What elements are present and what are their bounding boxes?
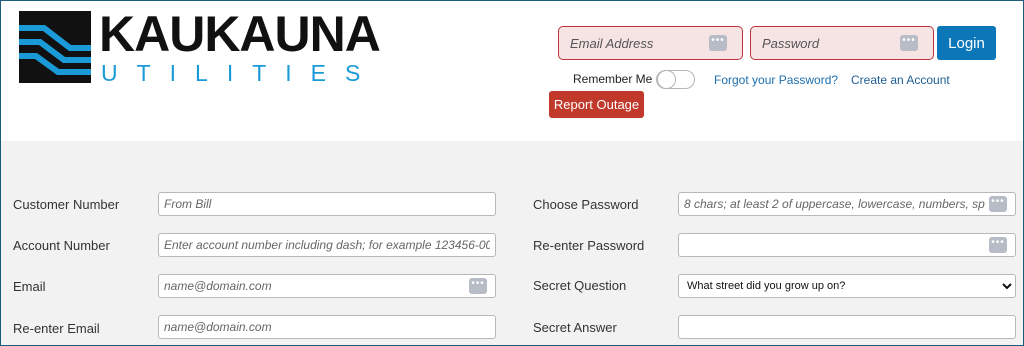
dots-icon[interactable]: ••• <box>469 278 487 294</box>
secret-question-select[interactable]: What street did you grow up on? <box>678 274 1016 298</box>
registration-form: Customer Number Account Number Email •••… <box>1 141 1023 345</box>
logo[interactable]: KAUKAUNA UTILITIES <box>19 6 381 85</box>
remember-me-label: Remember Me <box>573 72 653 86</box>
email-input[interactable] <box>158 274 496 298</box>
forgot-password-link[interactable]: Forgot your Password? <box>714 73 838 87</box>
report-outage-button[interactable]: Report Outage <box>549 91 644 118</box>
account-number-label: Account Number <box>13 238 110 253</box>
secret-answer-input[interactable] <box>678 315 1016 339</box>
choose-password-label: Choose Password <box>533 197 639 212</box>
reenter-password-label: Re-enter Password <box>533 238 645 253</box>
header: KAUKAUNA UTILITIES ••• ••• Login Remembe… <box>1 1 1023 141</box>
choose-password-input[interactable] <box>678 192 1016 216</box>
customer-number-input[interactable] <box>158 192 496 216</box>
secret-answer-label: Secret Answer <box>533 320 617 335</box>
dots-icon[interactable]: ••• <box>709 35 727 51</box>
account-number-input[interactable] <box>158 233 496 257</box>
reenter-password-input[interactable] <box>678 233 1016 257</box>
email-label: Email <box>13 279 46 294</box>
login-button[interactable]: Login <box>937 26 996 60</box>
dots-icon[interactable]: ••• <box>989 237 1007 253</box>
brand-tagline: UTILITIES <box>101 60 380 86</box>
remember-me-toggle[interactable] <box>656 70 695 89</box>
brand-name: KAUKAUNA <box>99 6 381 62</box>
dots-icon[interactable]: ••• <box>900 35 918 51</box>
logo-mark-icon <box>19 11 91 83</box>
customer-number-label: Customer Number <box>13 197 120 212</box>
secret-question-label: Secret Question <box>533 278 627 293</box>
toggle-knob <box>657 70 676 89</box>
page-frame: KAUKAUNA UTILITIES ••• ••• Login Remembe… <box>0 0 1024 346</box>
dots-icon[interactable]: ••• <box>989 196 1007 212</box>
reenter-email-input[interactable] <box>158 315 496 339</box>
reenter-email-label: Re-enter Email <box>13 321 100 336</box>
create-account-link[interactable]: Create an Account <box>851 73 950 87</box>
